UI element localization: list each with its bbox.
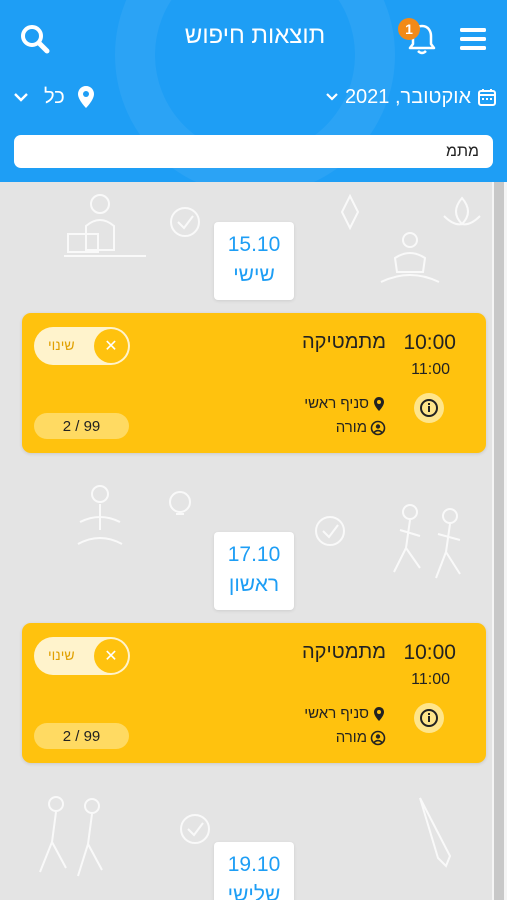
doodle-check-icon [180,814,210,844]
session-instructor: מורה [336,729,386,746]
date-number: 17.10 [227,543,281,566]
toggle-label: שינוי [48,337,75,353]
info-button[interactable] [414,393,444,423]
doodle-bulb-icon [169,491,191,515]
session-start-time: 10:00 [403,641,456,664]
change-toggle[interactable]: שינוי ✕ [34,327,130,365]
instructor-label: מורה [335,729,367,746]
day-name: שלישי [227,883,281,900]
toggle-label: שינוי [48,647,75,663]
app-header: תוצאות חיפוש 1 אוקטובר, 2021 כל [0,0,507,182]
session-end-time: 11:00 [411,671,450,688]
session-subject: מתמטיקה [301,641,386,663]
date-header: 19.10 שלישי [214,842,294,900]
capacity-badge: 2 / 99 [34,413,129,439]
session-start-time: 10:00 [403,331,456,354]
doodle-check-icon [170,207,200,237]
doodle-check-icon [315,516,345,546]
chevron-down-icon [14,93,28,102]
location-filter[interactable]: כל [12,80,97,114]
info-button[interactable] [414,703,444,733]
session-branch: סניף ראשי [304,395,386,412]
change-toggle[interactable]: שינוי ✕ [34,637,130,675]
instructor-label: מורה [335,419,367,436]
scrollbar-thumb[interactable] [494,182,504,900]
capacity-badge: 2 / 99 [34,723,129,749]
doodle-rocket-icon [340,193,360,231]
day-name: ראשון [228,573,280,596]
doodle-meditation-icon [380,232,440,283]
date-number: 19.10 [227,853,281,876]
results-list[interactable]: 15.10 שישי 10:00 11:00 מתמטיקה סניף ראשי… [0,182,492,900]
search-icon[interactable] [14,18,56,60]
session-subject: מתמטיקה [301,331,386,353]
session-card[interactable]: 10:00 11:00 מתמטיקה סניף ראשי מורה שינוי… [22,623,486,763]
doodle-person-laptop-icon [64,194,146,257]
close-icon: ✕ [94,639,128,673]
day-name: שישי [233,263,275,286]
location-pin-icon [77,86,94,108]
doodle-runners-icon [393,504,461,579]
info-icon [420,709,438,727]
chevron-down-icon [326,93,338,101]
doodle-runners-icon [39,796,103,877]
doodle-lotus-icon [443,196,481,226]
calendar-icon [478,89,496,106]
session-end-time: 11:00 [411,361,450,378]
branch-label: סניף ראשי [304,705,369,722]
session-card[interactable]: 10:00 11:00 מתמטיקה סניף ראשי מורה שינוי… [22,313,486,453]
branch-label: סניף ראשי [304,395,369,412]
menu-icon[interactable] [452,18,494,60]
doodle-yoga-icon [77,485,123,545]
search-input[interactable] [14,135,493,168]
date-filter[interactable]: אוקטובר, 2021 [325,80,497,114]
date-number: 15.10 [227,233,281,256]
session-branch: סניף ראשי [304,705,386,722]
location-filter-label: כל [44,85,65,108]
doodle-pencil-icon [419,797,452,868]
session-instructor: מורה [336,419,386,436]
date-header: 17.10 ראשון [214,532,294,610]
user-circle-icon [370,730,386,745]
info-icon [420,399,438,417]
location-pin-icon [374,706,384,721]
date-filter-label: אוקטובר, 2021 [344,85,471,108]
location-pin-icon [374,396,384,411]
notification-badge: 1 [398,18,420,40]
page-title: תוצאות חיפוש [184,22,326,49]
user-circle-icon [370,420,386,435]
close-icon: ✕ [94,329,128,363]
notifications-button[interactable]: 1 [398,16,446,62]
date-header: 15.10 שישי [214,222,294,300]
